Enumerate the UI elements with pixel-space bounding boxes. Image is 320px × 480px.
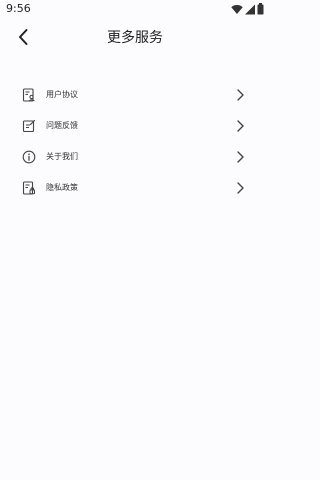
chevron-right-icon	[237, 182, 244, 194]
signal-icon	[245, 4, 255, 14]
chevron-right-icon	[237, 89, 244, 101]
menu-list: 用户协议 问题反馈 关于我们 隐私政策	[0, 80, 270, 204]
page-title: 更多服务	[107, 30, 163, 46]
menu-item-label: 关于我们	[46, 152, 78, 161]
menu-item-privacy-policy[interactable]: 隐私政策	[0, 173, 270, 204]
status-time: 9:56	[6, 2, 31, 15]
feedback-icon	[22, 119, 36, 133]
menu-item-label: 用户协议	[46, 90, 78, 99]
info-icon	[22, 150, 36, 164]
menu-item-label: 隐私政策	[46, 183, 78, 192]
user-agreement-icon	[22, 88, 35, 102]
wifi-icon	[231, 4, 243, 14]
chevron-right-icon	[237, 151, 244, 163]
menu-item-about-us[interactable]: 关于我们	[0, 142, 270, 173]
battery-icon	[257, 3, 264, 15]
menu-item-feedback[interactable]: 问题反馈	[0, 111, 270, 142]
chevron-right-icon	[237, 120, 244, 132]
menu-item-label: 问题反馈	[46, 121, 78, 130]
menu-item-user-agreement[interactable]: 用户协议	[0, 80, 270, 111]
privacy-policy-icon	[22, 181, 35, 195]
status-icons	[231, 3, 264, 15]
header: 更多服务	[0, 20, 270, 56]
status-bar: 9:56	[0, 0, 270, 20]
